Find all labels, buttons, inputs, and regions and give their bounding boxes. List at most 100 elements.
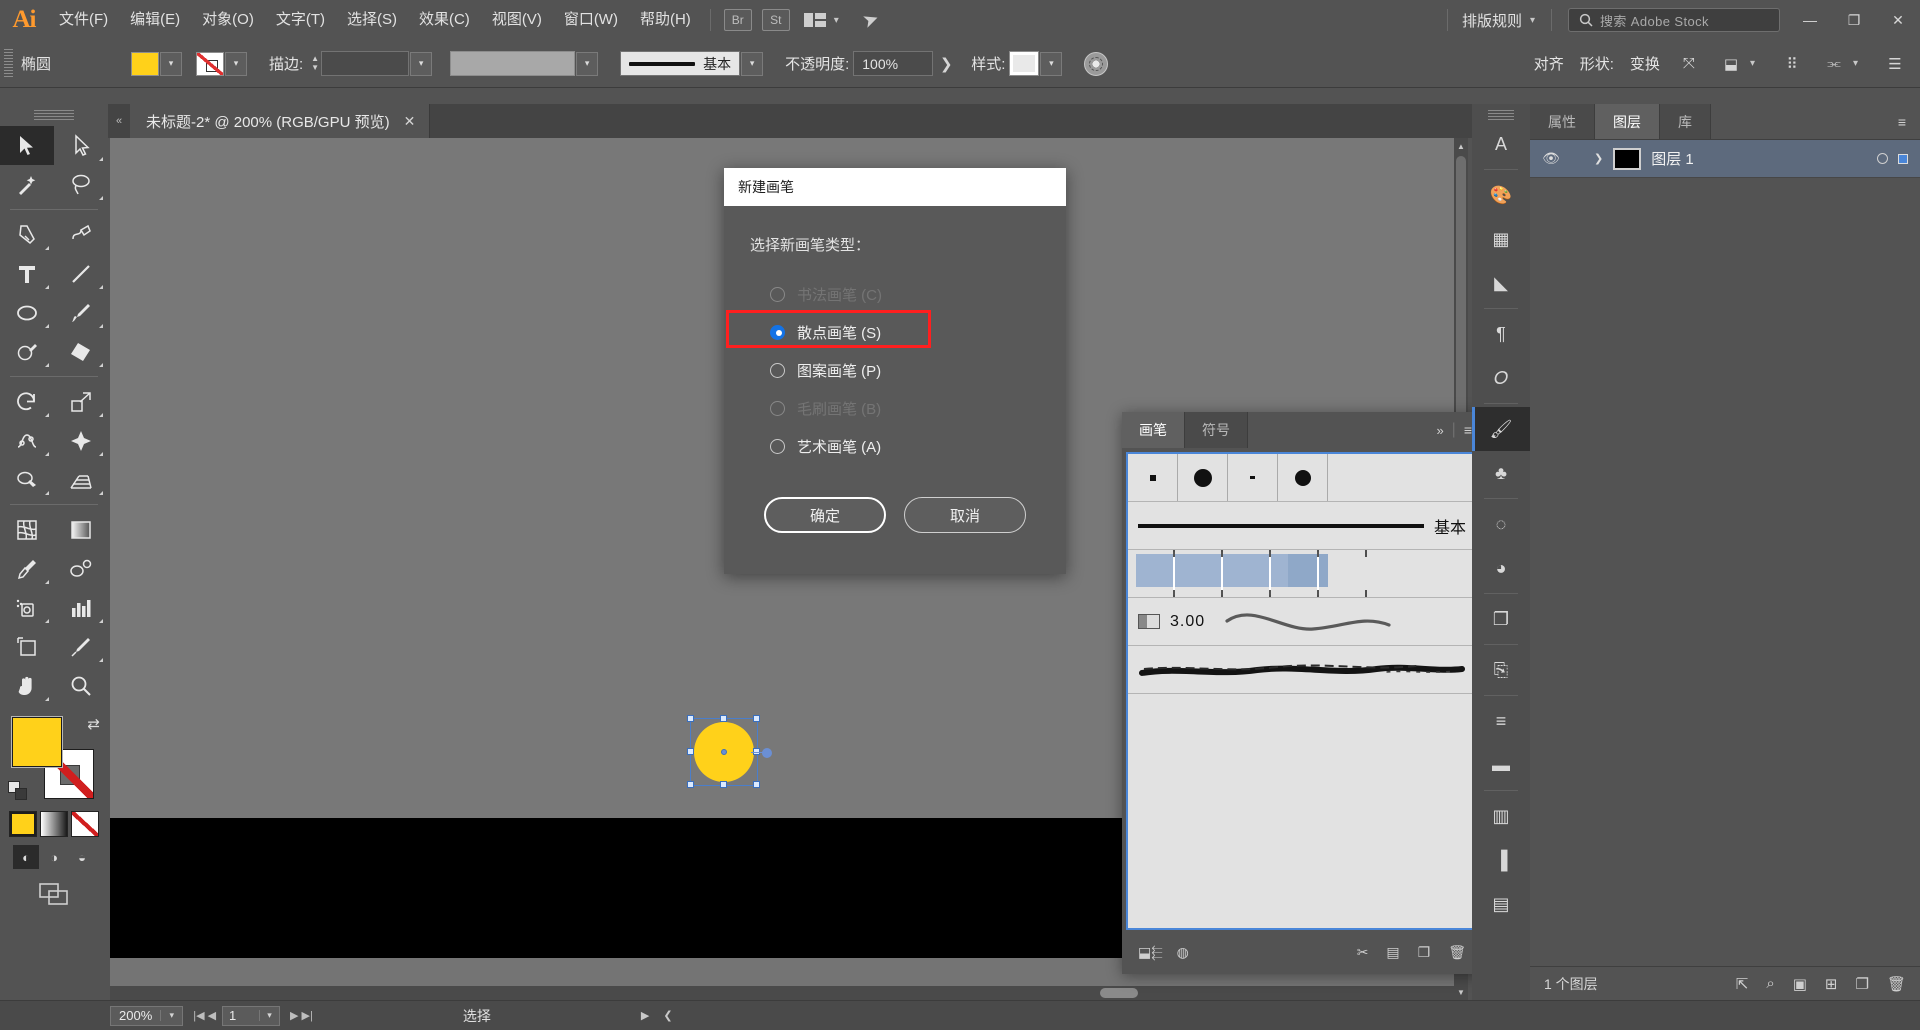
create-sublayer-icon[interactable]: ⊞ (1825, 975, 1838, 993)
brush-row-pattern[interactable] (1128, 550, 1476, 598)
tab-properties[interactable]: 属性 (1530, 104, 1595, 139)
stroke-weight-stepper[interactable]: ▲ ▼ (311, 55, 319, 72)
menu-object[interactable]: 对象(O) (191, 0, 265, 40)
handle-tc[interactable] (720, 715, 727, 722)
artboard-number-control[interactable]: 1 ▾ (222, 1005, 281, 1026)
transparency-panel-icon[interactable]: ◕ (1472, 546, 1530, 590)
tool-selection[interactable] (0, 126, 54, 165)
menu-type[interactable]: 文字(T) (265, 0, 336, 40)
horizontal-scroll-thumb[interactable] (1100, 988, 1138, 998)
swap-fill-stroke-icon[interactable]: ⇄ (87, 715, 100, 733)
handle-bl[interactable] (687, 781, 694, 788)
handle-ml[interactable] (687, 748, 694, 755)
tool-gradient[interactable] (54, 510, 108, 549)
workspace-switcher-label[interactable]: 排版规则 (1456, 10, 1528, 31)
scroll-down-icon[interactable]: ▼ (1454, 984, 1468, 1000)
layer-selection-indicator[interactable] (1898, 153, 1908, 164)
tool-scale[interactable] (54, 382, 108, 421)
gradient-button[interactable] (40, 811, 68, 837)
tool-symbol-sprayer[interactable] (0, 588, 54, 627)
libraries-panel-icon[interactable]: ◍ (1177, 944, 1189, 961)
tool-eyedropper[interactable] (0, 549, 54, 588)
profile-chevron-icon[interactable]: ▾ (576, 51, 599, 76)
collapse-panel-icon[interactable]: » (1436, 423, 1443, 438)
document-tab-close-icon[interactable]: ✕ (404, 113, 416, 130)
style-chevron-icon[interactable]: ▾ (1040, 51, 1063, 76)
status-expand-left-icon[interactable]: ❮ (663, 1009, 672, 1022)
tools-panel-grip[interactable] (34, 110, 74, 122)
tool-line-segment[interactable] (54, 254, 108, 293)
arrange-documents-button[interactable]: ▾ (803, 11, 847, 29)
zoom-level-control[interactable]: 200% ▾ (110, 1005, 184, 1026)
tool-perspective-grid[interactable] (54, 460, 108, 499)
opentype-panel-icon[interactable]: 𝑂 (1472, 356, 1530, 400)
prev-artboard-icon[interactable]: ◀ (208, 1009, 216, 1022)
widget-anchor-point[interactable] (762, 748, 772, 758)
tool-eraser[interactable] (54, 332, 108, 371)
radio-scatter-brush[interactable]: 散点画笔 (S) (726, 310, 1040, 351)
layer-target-circle-icon[interactable] (1877, 153, 1888, 164)
appearance-panel-icon[interactable]: ◌ (1472, 502, 1530, 546)
brush-dot-lg[interactable] (1178, 454, 1228, 501)
restore-button[interactable]: ❐ (1832, 0, 1876, 40)
color-panel-icon[interactable]: 🎨 (1472, 173, 1530, 217)
graphic-style-swatch[interactable] (1009, 51, 1040, 76)
tool-lasso[interactable] (54, 165, 108, 204)
tab-brushes[interactable]: 画笔 (1122, 412, 1185, 448)
stroke-profile-dropdown[interactable] (450, 51, 576, 76)
cancel-button[interactable]: 取消 (904, 497, 1026, 533)
locate-object-icon[interactable]: ⌕ (1766, 975, 1774, 992)
tool-slice[interactable] (54, 627, 108, 666)
isolate-selected-object-icon[interactable]: ⤧ (1676, 51, 1702, 77)
tool-curvature[interactable] (54, 215, 108, 254)
tool-free-transform[interactable] (54, 421, 108, 460)
artboards-panel-icon[interactable]: ▥ (1472, 794, 1530, 838)
select-similar-objects-button[interactable]: ⬓ ▾ (1718, 51, 1763, 77)
stroke-weight-input[interactable] (321, 51, 410, 76)
stroke-panel-icon[interactable]: ≡ (1472, 699, 1530, 743)
zoom-chevron-down-icon[interactable]: ▾ (160, 1010, 182, 1021)
align-panel-icon[interactable]: ⎘ (1472, 648, 1530, 692)
tab-bar-collapse-icon[interactable]: « (108, 104, 130, 138)
recolor-artwork-icon[interactable] (1084, 51, 1109, 76)
grid-view-icon[interactable]: ⠿ (1779, 51, 1805, 77)
stroke-color-swatch[interactable] (196, 51, 224, 76)
tool-mesh[interactable] (0, 510, 54, 549)
brush-dot-xs[interactable] (1128, 454, 1178, 501)
tool-width[interactable] (0, 421, 54, 460)
menu-file[interactable]: 文件(F) (48, 0, 119, 40)
brush-dash-xs[interactable] (1228, 454, 1278, 501)
brush-row-charcoal[interactable] (1128, 646, 1476, 694)
stock-icon[interactable]: St (761, 9, 790, 31)
align-button[interactable]: 对齐 (1534, 53, 1564, 74)
options-bar-menu-icon[interactable]: ☰ (1882, 51, 1908, 77)
menu-window[interactable]: 窗口(W) (553, 0, 629, 40)
make-clipping-mask-icon[interactable]: ▣ (1793, 975, 1807, 993)
ok-button[interactable]: 确定 (764, 497, 886, 533)
asset-export-panel-icon[interactable]: ▐ (1472, 838, 1530, 882)
tool-column-graph[interactable] (54, 588, 108, 627)
rocket-icon[interactable]: ➤ (859, 6, 882, 33)
default-fill-stroke-icon[interactable] (8, 781, 28, 801)
paragraph-panel-icon[interactable]: ¶ (1472, 312, 1530, 356)
tool-shaper[interactable] (0, 332, 54, 371)
menu-edit[interactable]: 编辑(E) (119, 0, 191, 40)
symbols-panel-icon[interactable]: ♣ (1472, 451, 1530, 495)
first-artboard-icon[interactable]: |◀ (193, 1009, 204, 1022)
change-screen-mode-button[interactable] (0, 881, 108, 907)
options-bar-grip[interactable] (4, 48, 13, 79)
document-tab[interactable]: 未标题-2* @ 200% (RGB/GPU 预览) ✕ (130, 104, 431, 138)
brush-row-basic[interactable]: 基本 (1128, 502, 1476, 550)
handle-bc[interactable] (720, 781, 727, 788)
transform-button[interactable]: 变换 (1630, 53, 1660, 74)
tool-hand[interactable] (0, 666, 54, 705)
pathfinder-panel-icon[interactable]: ❐ (1472, 597, 1530, 641)
zoom-level-value[interactable]: 200% (111, 1008, 160, 1023)
tool-zoom[interactable] (54, 666, 108, 705)
workspace-chevron-down-icon[interactable]: ▾ (1528, 15, 1543, 26)
swatches-panel-icon[interactable]: ▦ (1472, 217, 1530, 261)
shape-button[interactable]: 形状: (1580, 53, 1614, 74)
radio-pattern-icon[interactable] (770, 362, 785, 378)
brushes-panel-menu-icon[interactable]: ≡ (1464, 422, 1472, 438)
radio-scatter-icon[interactable] (770, 324, 785, 340)
